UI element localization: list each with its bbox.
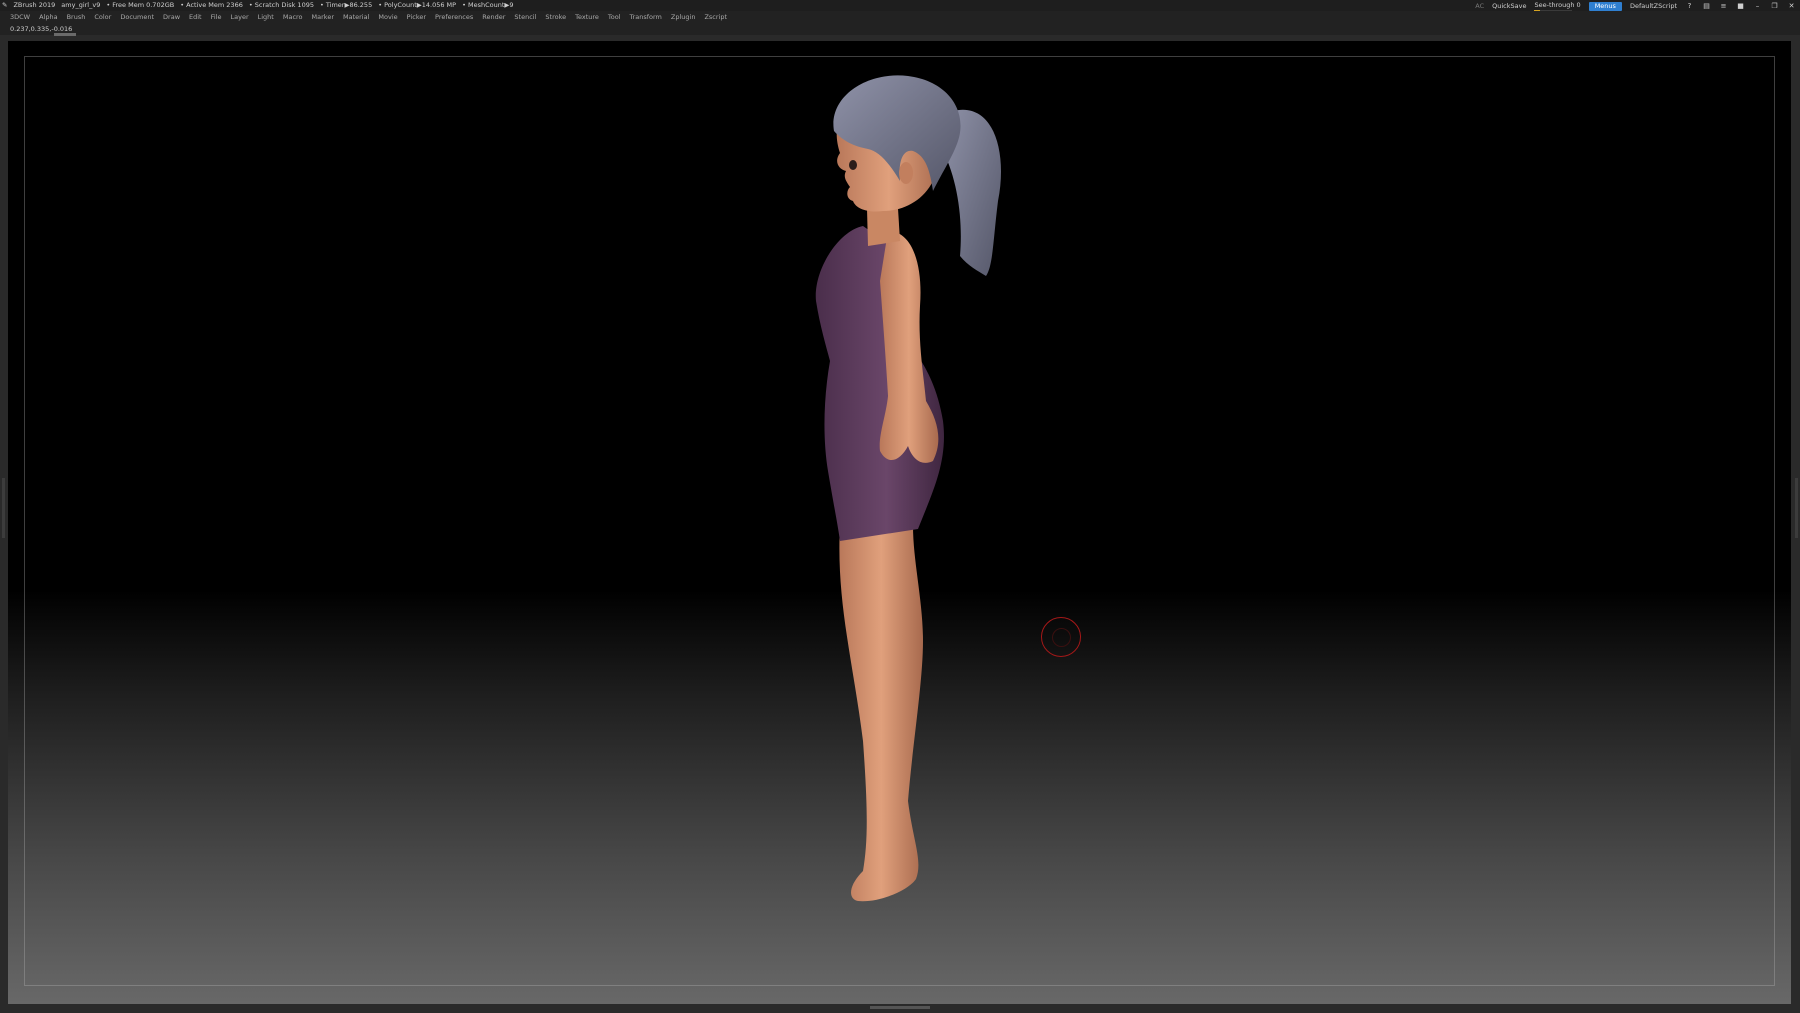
menu-item-texture[interactable]: Texture bbox=[575, 11, 599, 23]
sculpted-girl-model bbox=[815, 75, 1001, 902]
dress bbox=[815, 226, 944, 541]
menu-item-document[interactable]: Document bbox=[120, 11, 154, 23]
legs bbox=[839, 526, 923, 902]
scratch-disk: • Scratch Disk 1095 bbox=[248, 1, 314, 9]
mesh-count: • MeshCount▶9 bbox=[462, 1, 514, 9]
menu-item-light[interactable]: Light bbox=[258, 11, 274, 23]
menu-item-brush[interactable]: Brush bbox=[67, 11, 86, 23]
menu-item-picker[interactable]: Picker bbox=[407, 11, 426, 23]
menu-item-edit[interactable]: Edit bbox=[189, 11, 202, 23]
menu-item-zplugin[interactable]: Zplugin bbox=[671, 11, 696, 23]
bottom-tray-handle[interactable] bbox=[870, 1006, 930, 1009]
menu-item-draw[interactable]: Draw bbox=[163, 11, 180, 23]
left-tray-handle[interactable] bbox=[2, 478, 5, 538]
zbrush-logo-icon: ✎ bbox=[2, 1, 8, 9]
title-bar: ✎ ZBrush 2019 amy_girl_v9 • Free Mem 0.702G… bbox=[0, 0, 1800, 12]
menu-item-macro[interactable]: Macro bbox=[283, 11, 303, 23]
menu-item-alpha[interactable]: Alpha bbox=[39, 11, 57, 23]
menu-item-stencil[interactable]: Stencil bbox=[514, 11, 536, 23]
menu-item-stroke[interactable]: Stroke bbox=[545, 11, 566, 23]
menu-item-render[interactable]: Render bbox=[482, 11, 505, 23]
menu-item-material[interactable]: Material bbox=[343, 11, 369, 23]
eye bbox=[849, 160, 857, 170]
menu-item-preferences[interactable]: Preferences bbox=[435, 11, 473, 23]
file-name: amy_girl_v9 bbox=[61, 1, 101, 9]
timer: • Timer▶86.255 bbox=[319, 1, 373, 9]
menu-item-marker[interactable]: Marker bbox=[312, 11, 334, 23]
menu-item-3dcw[interactable]: 3DCW bbox=[10, 11, 30, 23]
info-bar: 0.237,0.335,-0.016 bbox=[0, 23, 1800, 36]
menu-bar: 3DCW Alpha Brush Color Document Draw Edit File L… bbox=[0, 11, 1800, 23]
see-through-label: See-through 0 bbox=[1534, 1, 1581, 9]
menu-item-transform[interactable]: Transform bbox=[630, 11, 662, 23]
menu-item-layer[interactable]: Layer bbox=[231, 11, 249, 23]
document-canvas[interactable] bbox=[8, 41, 1791, 1004]
ear bbox=[899, 162, 913, 184]
palette-slider[interactable] bbox=[54, 33, 76, 36]
arm bbox=[879, 231, 939, 463]
menu-item-file[interactable]: File bbox=[211, 11, 222, 23]
free-mem: • Free Mem 0.702GB bbox=[106, 1, 175, 9]
menu-item-color[interactable]: Color bbox=[94, 11, 111, 23]
menu-item-tool[interactable]: Tool bbox=[608, 11, 621, 23]
app-name: ZBrush 2019 bbox=[13, 1, 56, 9]
poly-count: • PolyCount▶14.056 MP bbox=[378, 1, 457, 9]
right-tray-handle[interactable] bbox=[1795, 478, 1798, 538]
menu-item-movie[interactable]: Movie bbox=[378, 11, 397, 23]
brush-cursor bbox=[1041, 617, 1081, 657]
active-mem: • Active Mem 2366 bbox=[180, 1, 243, 9]
menu-item-zscript[interactable]: Zscript bbox=[704, 11, 727, 23]
menus-button[interactable]: Menus bbox=[1588, 2, 1622, 11]
